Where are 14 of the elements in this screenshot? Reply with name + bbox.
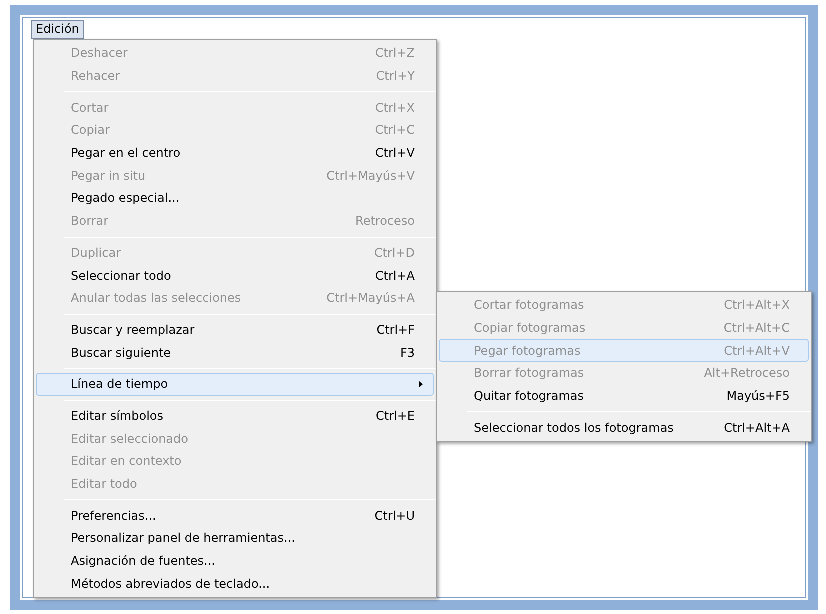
menu-item[interactable]: Pegar en el centro Ctrl+V	[36, 142, 434, 164]
menu-item[interactable]: Asignación de fuentes...	[36, 550, 434, 572]
menu-item[interactable]: Seleccionar todos los fotogramas Ctrl+Alt+A	[439, 416, 809, 440]
menu-item[interactable]: Buscar y reemplazar Ctrl+F	[36, 318, 434, 342]
menu-item[interactable]: Preferencias... Ctrl+U	[36, 504, 434, 528]
menu-item[interactable]: Seleccionar todo Ctrl+A	[36, 264, 434, 287]
menu-item[interactable]: Quitar fotogramas Mayús+F5	[439, 384, 809, 408]
menu-bar-item[interactable]: Edición	[31, 20, 84, 39]
menu-item[interactable]: Editar símbolos Ctrl+E	[36, 404, 434, 428]
menu-item[interactable]: Personalizar panel de herramientas...	[36, 527, 434, 550]
menu-item[interactable]: Pegado especial...	[36, 187, 434, 210]
menu-item[interactable]: Métodos abreviados de teclado...	[36, 572, 434, 596]
menu-item[interactable]: Buscar siguiente F3	[36, 341, 434, 364]
menu-item[interactable]: Línea de tiempo	[36, 372, 434, 396]
